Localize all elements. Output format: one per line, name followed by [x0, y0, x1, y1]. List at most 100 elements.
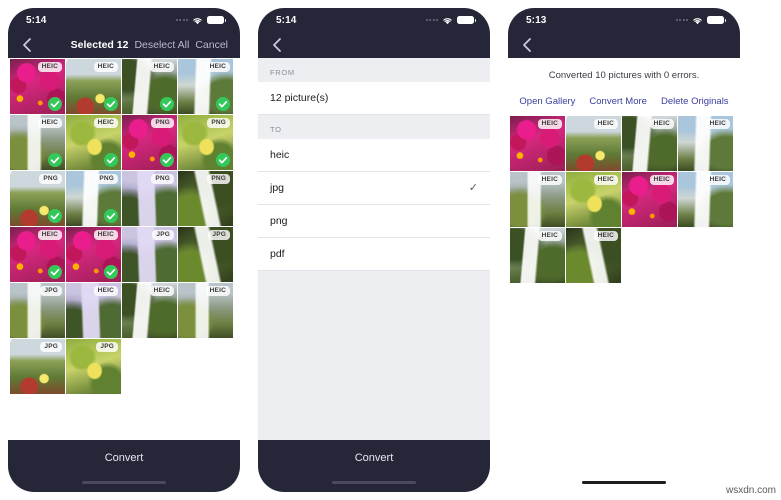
signal-dots-icon — [675, 19, 688, 21]
back-button[interactable] — [270, 37, 284, 53]
format-badge: HEIC — [93, 62, 118, 72]
photo-cell[interactable]: JPG — [10, 339, 65, 394]
photo-cell[interactable]: PNG — [178, 115, 233, 170]
photo-cell[interactable]: PNG — [10, 171, 65, 226]
photo-cell[interactable]: HEIC — [10, 59, 65, 114]
deselect-all-button[interactable]: Deselect All — [134, 39, 189, 51]
bottom-action-bar[interactable]: Convert — [8, 440, 240, 492]
photo-cell[interactable]: HEIC — [66, 227, 121, 282]
from-value: 12 picture(s) — [270, 92, 329, 104]
photo-cell[interactable]: JPG — [10, 283, 65, 338]
photo-cell[interactable]: HEIC — [622, 116, 677, 171]
photo-cell[interactable]: HEIC — [510, 228, 565, 283]
photo-cell[interactable]: PNG — [66, 171, 121, 226]
phone-screen-selection: 5:14 Selected 12 Deselect All Cancel HEI… — [8, 8, 240, 492]
format-badge: HEIC — [93, 230, 118, 240]
photo-cell[interactable]: HEIC — [566, 116, 621, 171]
phone-screen-format: 5:14 FROM 12 picture(s) TO heic jpg ✓ pn… — [258, 8, 490, 492]
photo-cell[interactable]: HEIC — [510, 172, 565, 227]
status-icons — [175, 15, 226, 25]
photo-cell[interactable]: HEIC — [178, 283, 233, 338]
nav-title-group: Selected 12 Deselect All Cancel — [71, 39, 230, 51]
format-badge: HEIC — [93, 118, 118, 128]
bottom-action-bar — [508, 440, 740, 492]
format-badge: HEIC — [537, 175, 562, 185]
photo-cell[interactable]: HEIC — [10, 115, 65, 170]
photo-cell[interactable]: HEIC — [122, 59, 177, 114]
format-badge: HEIC — [149, 286, 174, 296]
home-indicator — [582, 480, 666, 484]
format-badge: PNG — [207, 174, 230, 184]
section-header-to: TO — [258, 115, 490, 139]
photo-grid-area: HEIC HEIC HEIC HEIC HEIC HEIC PNG PNG PNG PNG PNG P… — [8, 58, 240, 440]
format-badge: PNG — [151, 174, 174, 184]
photo-cell[interactable]: HEIC — [10, 227, 65, 282]
check-icon: ✓ — [468, 181, 478, 194]
selected-check-icon — [104, 97, 118, 111]
format-badge: HEIC — [649, 119, 674, 129]
cancel-button[interactable]: Cancel — [195, 39, 228, 51]
nav-bar — [258, 32, 490, 58]
status-time: 5:14 — [26, 14, 47, 26]
result-action-convert-more[interactable]: Convert More — [589, 96, 647, 107]
photo-cell[interactable]: HEIC — [66, 115, 121, 170]
status-bar: 5:14 — [8, 8, 240, 32]
format-badge: HEIC — [593, 175, 618, 185]
watermark: wsxdn.com — [725, 485, 776, 496]
format-option-label: heic — [270, 149, 290, 161]
format-badge: PNG — [207, 118, 230, 128]
photo-cell[interactable]: JPG — [122, 227, 177, 282]
photo-cell[interactable]: HEIC — [678, 172, 733, 227]
back-button[interactable] — [520, 37, 534, 53]
wifi-icon — [443, 17, 452, 24]
format-option-label: jpg — [270, 182, 285, 194]
photo-cell[interactable]: HEIC — [178, 59, 233, 114]
format-option-png[interactable]: png — [258, 205, 490, 238]
format-badge: HEIC — [93, 286, 118, 296]
selected-check-icon — [104, 265, 118, 279]
format-option-label: png — [270, 215, 288, 227]
convert-button[interactable]: Convert — [105, 452, 144, 464]
format-badge: JPG — [208, 230, 230, 240]
format-badge: HEIC — [205, 62, 230, 72]
selected-check-icon — [48, 153, 62, 167]
format-badge: JPG — [40, 286, 62, 296]
photo-cell[interactable]: HEIC — [122, 283, 177, 338]
phone-screen-result: 5:13 Converted 10 pictures with 0 errors… — [508, 8, 740, 492]
format-badge: JPG — [40, 342, 62, 352]
format-option-heic[interactable]: heic — [258, 139, 490, 172]
result-action-delete-originals[interactable]: Delete Originals — [661, 96, 729, 107]
convert-button[interactable]: Convert — [355, 452, 394, 464]
format-badge: PNG — [39, 174, 62, 184]
photo-cell[interactable]: PNG — [178, 171, 233, 226]
nav-bar — [508, 32, 740, 58]
status-icons — [675, 15, 726, 25]
selected-check-icon — [216, 153, 230, 167]
format-badge: HEIC — [705, 119, 730, 129]
photo-cell[interactable]: PNG — [122, 171, 177, 226]
home-indicator — [82, 480, 166, 484]
back-button[interactable] — [20, 37, 34, 53]
format-badge: HEIC — [705, 175, 730, 185]
photo-cell[interactable]: HEIC — [510, 116, 565, 171]
photo-cell[interactable]: HEIC — [566, 172, 621, 227]
photo-cell[interactable]: HEIC — [66, 59, 121, 114]
photo-cell[interactable]: JPG — [178, 227, 233, 282]
format-option-pdf[interactable]: pdf — [258, 238, 490, 271]
photo-cell[interactable]: HEIC — [622, 172, 677, 227]
status-bar: 5:13 — [508, 8, 740, 32]
format-badge: HEIC — [149, 62, 174, 72]
photo-cell[interactable]: HEIC — [566, 228, 621, 283]
photo-cell[interactable]: HEIC — [678, 116, 733, 171]
status-icons — [425, 15, 476, 25]
photo-cell[interactable]: HEIC — [66, 283, 121, 338]
bottom-action-bar[interactable]: Convert — [258, 440, 490, 492]
selected-check-icon — [160, 153, 174, 167]
selected-check-icon — [104, 209, 118, 223]
list-filler — [258, 271, 490, 440]
photo-cell[interactable]: JPG — [66, 339, 121, 394]
format-option-jpg[interactable]: jpg ✓ — [258, 172, 490, 205]
from-row[interactable]: 12 picture(s) — [258, 82, 490, 115]
result-action-open-gallery[interactable]: Open Gallery — [519, 96, 575, 107]
photo-cell[interactable]: PNG — [122, 115, 177, 170]
